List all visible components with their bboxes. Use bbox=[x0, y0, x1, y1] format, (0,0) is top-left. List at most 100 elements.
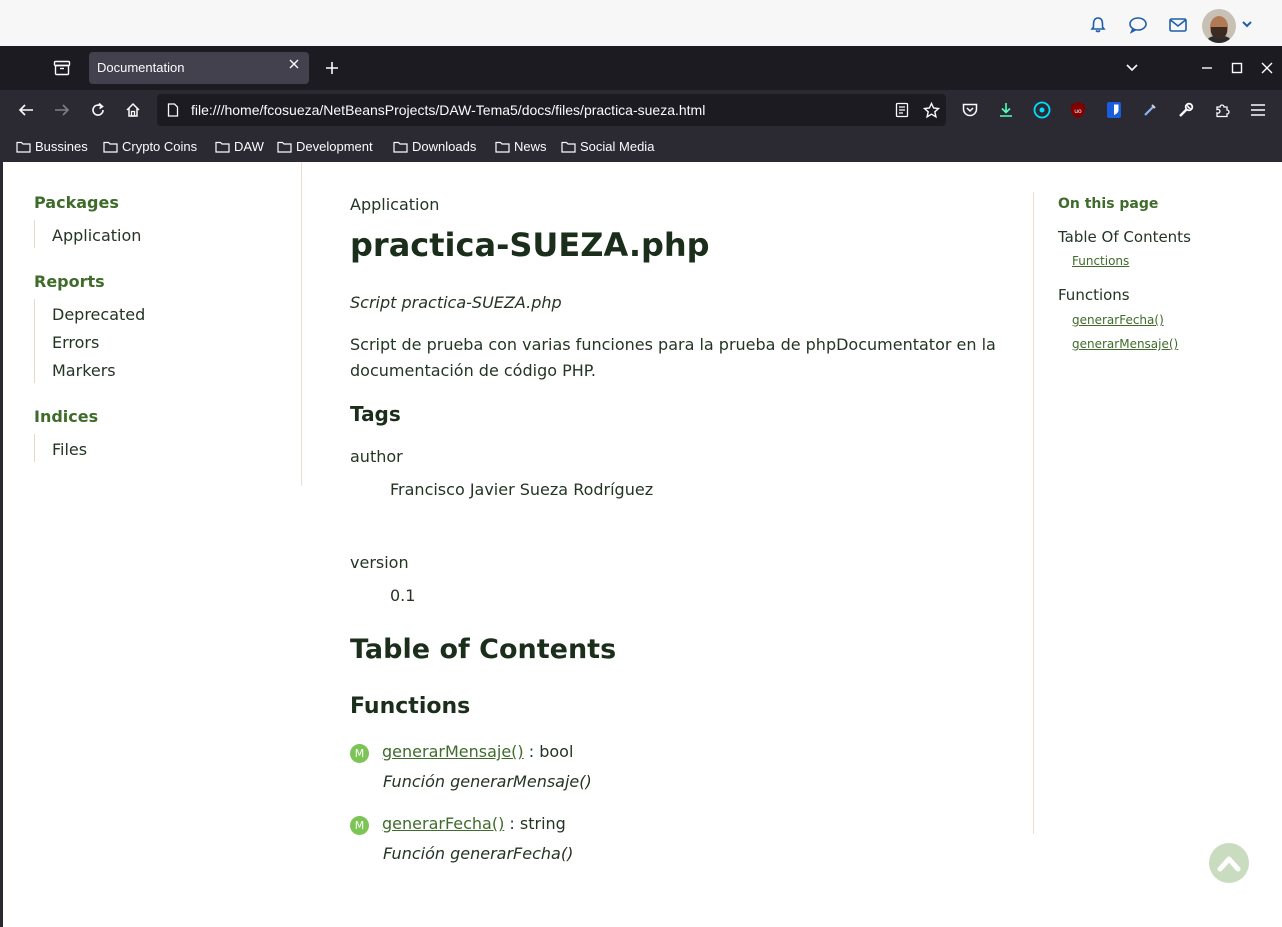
back-to-top-button[interactable] bbox=[1209, 843, 1249, 883]
tab-list-icon[interactable] bbox=[52, 58, 72, 78]
reload-icon[interactable] bbox=[88, 100, 108, 120]
color-picker-icon[interactable] bbox=[1140, 100, 1160, 120]
sidebar-heading-reports: Reports bbox=[34, 272, 105, 291]
sidebar-heading-packages: Packages bbox=[34, 193, 119, 212]
ublock-origin-icon[interactable]: uo bbox=[1068, 100, 1088, 120]
tags-heading: Tags bbox=[350, 402, 401, 426]
sidebar-item-errors[interactable]: Errors bbox=[52, 333, 99, 352]
bookmark-folder-news[interactable]: News bbox=[495, 138, 547, 154]
chevron-down-icon[interactable] bbox=[1242, 17, 1252, 31]
bookmark-label: Crypto Coins bbox=[122, 138, 198, 154]
function-return-type: : string bbox=[504, 814, 566, 833]
bookmark-folder-daw[interactable]: DAW bbox=[215, 138, 264, 154]
on-this-page-title: On this page bbox=[1058, 196, 1159, 212]
functions-group-link[interactable]: Functions bbox=[1058, 286, 1130, 304]
pocket-icon[interactable] bbox=[960, 100, 980, 120]
file-description: Script de prueba con varias funciones pa… bbox=[350, 335, 996, 380]
folder-icon bbox=[16, 141, 31, 153]
desktop-top-panel bbox=[0, 0, 1282, 46]
toc-link-functions[interactable]: Functions bbox=[1072, 254, 1129, 268]
sidebar-item-markers[interactable]: Markers bbox=[52, 361, 116, 380]
method-badge: M bbox=[350, 816, 369, 835]
bell-icon[interactable] bbox=[1088, 15, 1108, 35]
bookmark-label: Downloads bbox=[412, 138, 477, 154]
reader-view-icon[interactable] bbox=[894, 102, 910, 118]
folder-icon bbox=[495, 141, 510, 153]
functions-heading: Functions bbox=[350, 694, 471, 719]
new-tab-icon[interactable] bbox=[322, 58, 342, 78]
tag-name-version: version bbox=[350, 553, 409, 572]
sidebar-item-files[interactable]: Files bbox=[52, 440, 87, 459]
function-link-generarfecha[interactable]: generarFecha() bbox=[382, 814, 504, 833]
tab-documentation[interactable]: Documentation bbox=[89, 52, 309, 84]
address-bar[interactable]: file:///home/fcosueza/NetBeansProjects/D… bbox=[157, 94, 946, 126]
extensions-puzzle-icon[interactable] bbox=[1212, 100, 1232, 120]
extension-circle-icon[interactable] bbox=[1032, 100, 1052, 120]
on-this-page-divider bbox=[1033, 192, 1034, 834]
sidebar-heading-indices: Indices bbox=[34, 407, 99, 426]
toc-link-generarfecha[interactable]: generarFecha() bbox=[1072, 313, 1164, 327]
close-tab-icon[interactable] bbox=[288, 58, 300, 74]
toc-group-link[interactable]: Table Of Contents bbox=[1058, 228, 1191, 246]
wrench-icon[interactable] bbox=[1176, 100, 1196, 120]
toc-link-generarmensaje[interactable]: generarMensaje() bbox=[1072, 337, 1178, 351]
sidebar-item-application[interactable]: Application bbox=[52, 226, 141, 245]
file-summary: Script practica-SUEZA.php bbox=[350, 293, 562, 312]
bitwarden-icon[interactable] bbox=[1104, 100, 1124, 120]
bookmark-folder-social-media[interactable]: Social Media bbox=[561, 138, 654, 154]
close-window-icon[interactable] bbox=[1257, 58, 1277, 78]
back-icon[interactable] bbox=[16, 100, 36, 120]
method-badge: M bbox=[350, 744, 369, 763]
download-icon[interactable] bbox=[996, 100, 1016, 120]
bookmark-label: DAW bbox=[234, 138, 264, 154]
bookmark-label: Social Media bbox=[580, 138, 655, 154]
function-description: Función generarMensaje() bbox=[383, 772, 592, 791]
table-of-contents-heading: Table of Contents bbox=[350, 634, 617, 665]
bookmark-folder-downloads[interactable]: Downloads bbox=[393, 138, 476, 154]
bookmark-label: News bbox=[514, 138, 547, 154]
tag-value-version: 0.1 bbox=[390, 586, 416, 605]
bookmark-folder-bussines[interactable]: Bussines bbox=[16, 138, 88, 154]
bookmark-star-icon[interactable] bbox=[922, 101, 940, 119]
navigation-toolbar: file:///home/fcosueza/NetBeansProjects/D… bbox=[0, 90, 1282, 130]
browser-chrome: Documentation file:///home/fcosueza/NetB… bbox=[0, 46, 1282, 162]
mail-icon[interactable] bbox=[1168, 15, 1188, 35]
user-avatar[interactable] bbox=[1202, 9, 1236, 43]
breadcrumb[interactable]: Application bbox=[350, 195, 439, 214]
function-signature: generarMensaje() : bool bbox=[382, 742, 573, 761]
function-link-generarmensaje[interactable]: generarMensaje() bbox=[382, 742, 524, 761]
tab-title: Documentation bbox=[97, 60, 185, 75]
forward-icon[interactable] bbox=[52, 100, 72, 120]
bookmarks-toolbar: Bussines Crypto Coins DAW Development Do… bbox=[0, 130, 1282, 162]
function-signature: generarFecha() : string bbox=[382, 814, 566, 833]
bookmark-label: Development bbox=[296, 138, 373, 154]
chevron-up-icon bbox=[1217, 856, 1241, 872]
bookmark-label: Bussines bbox=[35, 138, 88, 154]
sidebar-item-deprecated[interactable]: Deprecated bbox=[52, 305, 145, 324]
bookmark-folder-development[interactable]: Development bbox=[277, 138, 373, 154]
function-entry: M generarMensaje() : bool Función genera… bbox=[350, 742, 1015, 800]
folder-icon bbox=[215, 141, 230, 153]
bookmark-folder-crypto-coins[interactable]: Crypto Coins bbox=[103, 138, 197, 154]
sidebar-divider bbox=[301, 162, 302, 486]
page-title: practica-SUEZA.php bbox=[350, 226, 710, 264]
page-icon bbox=[165, 102, 181, 118]
maximize-icon[interactable] bbox=[1227, 58, 1247, 78]
minimize-icon[interactable] bbox=[1197, 58, 1217, 78]
folder-icon bbox=[277, 141, 292, 153]
tag-name-author: author bbox=[350, 447, 403, 466]
home-icon[interactable] bbox=[123, 100, 143, 120]
url-text: file:///home/fcosueza/NetBeansProjects/D… bbox=[191, 102, 706, 118]
function-entry: M generarFecha() : string Función genera… bbox=[350, 814, 1015, 872]
documentation-page: Packages Application Reports Deprecated … bbox=[0, 162, 1282, 927]
hamburger-menu-icon[interactable] bbox=[1248, 100, 1268, 120]
svg-text:uo: uo bbox=[1074, 108, 1082, 115]
chevron-down-icon[interactable] bbox=[1122, 58, 1142, 78]
function-description: Función generarFecha() bbox=[383, 844, 574, 863]
tag-value-author: Francisco Javier Sueza Rodríguez bbox=[390, 480, 654, 499]
sidebar-group-reports: Deprecated Errors Markers bbox=[34, 299, 145, 383]
chat-icon[interactable] bbox=[1128, 15, 1148, 35]
tab-bar: Documentation bbox=[0, 46, 1282, 90]
screen: Documentation file:///home/fcosueza/NetB… bbox=[0, 0, 1282, 927]
sidebar-group-packages: Application bbox=[34, 220, 141, 248]
